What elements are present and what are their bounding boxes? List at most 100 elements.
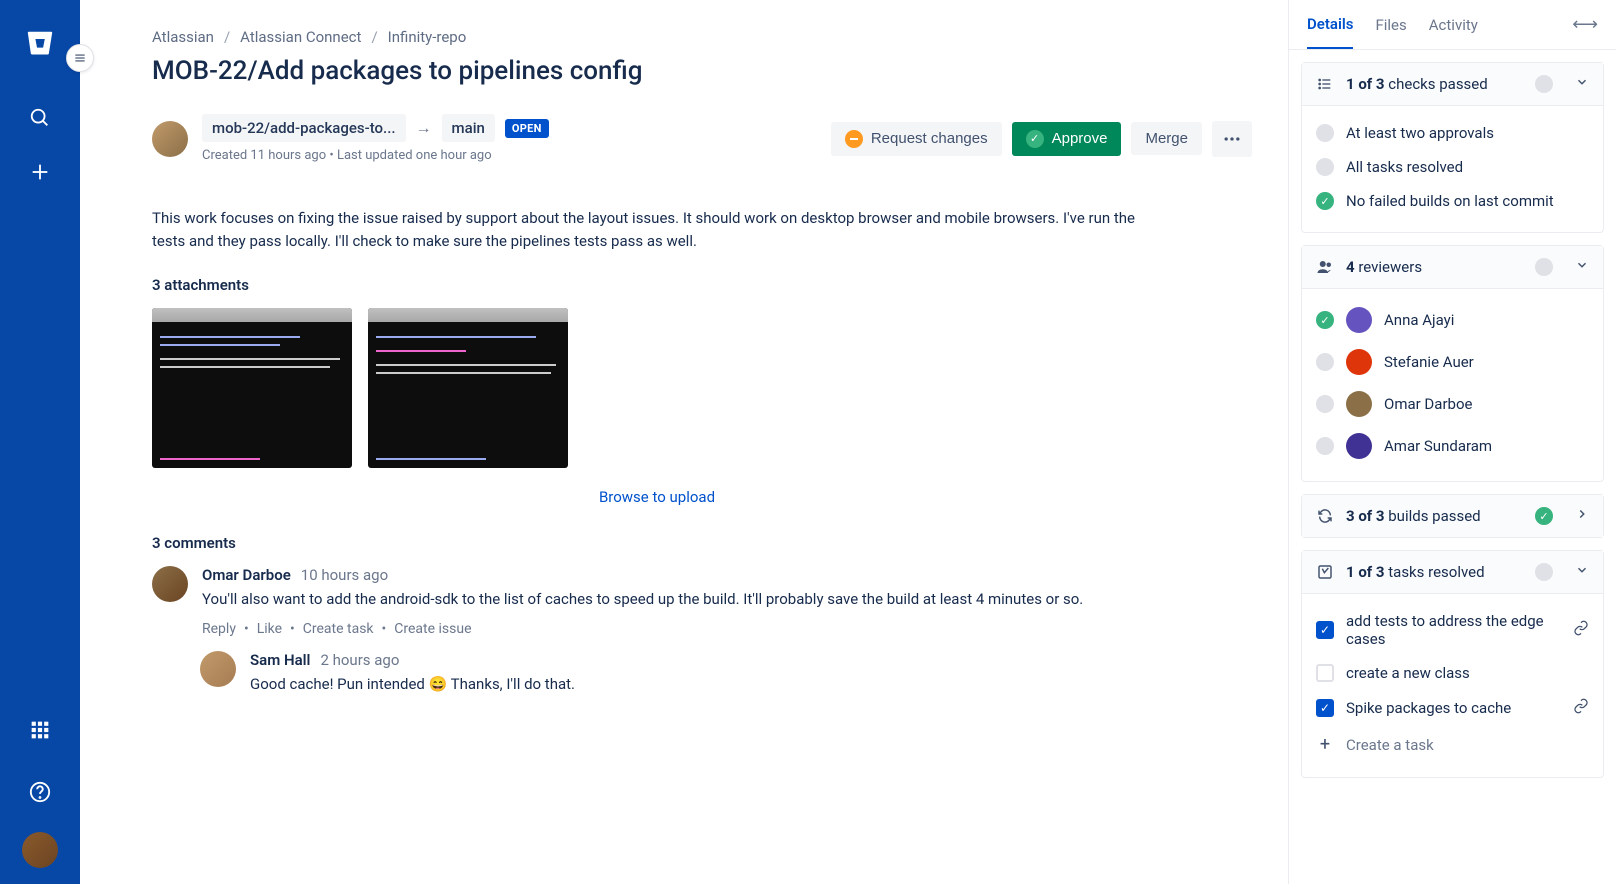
comment-author[interactable]: Sam Hall <box>250 651 310 669</box>
attachments-label: 3 attachments <box>152 276 1252 294</box>
tasks-summary: 1 of 3 tasks resolved <box>1346 563 1485 581</box>
breadcrumb-sep: / <box>224 28 230 46</box>
status-pending-icon <box>1535 563 1553 581</box>
target-branch[interactable]: main <box>442 114 495 142</box>
breadcrumb-repo[interactable]: Infinity-repo <box>388 28 467 46</box>
reviewers-panel-head[interactable]: 4 reviewers <box>1302 246 1603 289</box>
status-dot-icon <box>1316 158 1334 176</box>
global-nav <box>0 0 80 884</box>
reviewer-name[interactable]: Stefanie Auer <box>1384 353 1474 371</box>
reviewer-item: Stefanie Auer <box>1316 341 1589 383</box>
page-title: MOB-22/Add packages to pipelines config <box>152 56 1252 86</box>
pr-description: This work focuses on fixing the issue ra… <box>152 207 1162 252</box>
create-plus-icon[interactable] <box>18 150 62 194</box>
task-item: ✓ Spike packages to cache <box>1316 690 1589 726</box>
app-switcher-icon[interactable] <box>18 708 62 752</box>
status-dot-icon <box>1316 353 1334 371</box>
tasks-panel-head[interactable]: 1 of 3 tasks resolved <box>1302 551 1603 594</box>
comment-author[interactable]: Omar Darboe <box>202 566 291 584</box>
link-icon[interactable] <box>1573 698 1589 718</box>
comment-avatar[interactable] <box>152 566 188 602</box>
reviewer-avatar[interactable] <box>1346 349 1372 375</box>
reviewer-item: Omar Darboe <box>1316 383 1589 425</box>
reviewer-name[interactable]: Anna Ajayi <box>1384 311 1454 329</box>
builds-panel-head[interactable]: 3 of 3 builds passed ✓ <box>1302 495 1603 537</box>
reviewer-name[interactable]: Amar Sundaram <box>1384 437 1492 455</box>
status-pending-icon <box>1535 258 1553 276</box>
approve-label: Approve <box>1052 130 1108 147</box>
more-actions-icon[interactable] <box>1212 121 1252 157</box>
task-item: ✓ add tests to address the edge cases <box>1316 604 1589 656</box>
comment-create-task-link[interactable]: Create task <box>303 621 374 637</box>
upload-link[interactable]: Browse to upload <box>152 488 1162 506</box>
chevron-right-icon[interactable] <box>1575 507 1589 525</box>
reviewer-avatar[interactable] <box>1346 307 1372 333</box>
tab-files[interactable]: Files <box>1375 2 1406 48</box>
refresh-icon <box>1316 507 1334 525</box>
breadcrumb-project[interactable]: Atlassian Connect <box>240 28 361 46</box>
comment-time: 10 hours ago <box>301 566 388 584</box>
comments-list: Omar Darboe 10 hours ago You'll also wan… <box>152 566 1162 707</box>
tasks-panel: 1 of 3 tasks resolved ✓ add tests to add… <box>1301 550 1604 778</box>
chevron-down-icon[interactable] <box>1575 258 1589 276</box>
builds-panel: 3 of 3 builds passed ✓ <box>1301 494 1604 538</box>
help-icon[interactable] <box>18 770 62 814</box>
status-success-icon: ✓ <box>1316 192 1334 210</box>
attachment-thumb[interactable] <box>152 308 352 468</box>
status-dot-icon <box>1316 437 1334 455</box>
comment: Omar Darboe 10 hours ago You'll also wan… <box>152 566 1162 637</box>
create-task-label: Create a task <box>1346 736 1434 754</box>
merge-button[interactable]: Merge <box>1131 122 1202 155</box>
expand-panel-icon[interactable]: ⟷ <box>1572 14 1598 35</box>
pr-status-badge: OPEN <box>505 119 549 138</box>
comment-like-link[interactable]: Like <box>257 621 282 637</box>
comment-actions: Reply• Like• Create task• Create issue <box>202 621 1162 637</box>
source-branch[interactable]: mob-22/add-packages-to... <box>202 114 406 142</box>
search-icon[interactable] <box>18 96 62 140</box>
comment-text: You'll also want to add the android-sdk … <box>202 588 1162 611</box>
user-avatar[interactable] <box>22 832 58 868</box>
comment-create-issue-link[interactable]: Create issue <box>394 621 471 637</box>
checks-panel-head[interactable]: 1 of 3 checks passed <box>1302 63 1603 106</box>
reviewer-avatar[interactable] <box>1346 391 1372 417</box>
reviewer-name[interactable]: Omar Darboe <box>1384 395 1472 413</box>
task-checkbox[interactable] <box>1316 664 1334 682</box>
comments-label: 3 comments <box>152 534 1252 552</box>
comment-text: Good cache! Pun intended 😄 Thanks, I'll … <box>250 673 1162 696</box>
status-dot-icon <box>1316 124 1334 142</box>
checks-summary: 1 of 3 checks passed <box>1346 75 1488 93</box>
breadcrumb-sep: / <box>371 28 377 46</box>
check-item: All tasks resolved <box>1316 150 1589 184</box>
expand-sidebar-icon[interactable] <box>66 44 94 72</box>
task-label: add tests to address the edge cases <box>1346 612 1561 648</box>
reviewer-avatar[interactable] <box>1346 433 1372 459</box>
comment-reply-link[interactable]: Reply <box>202 621 236 637</box>
task-label: create a new class <box>1346 664 1470 682</box>
tab-details[interactable]: Details <box>1307 1 1353 49</box>
approve-button[interactable]: ✓ Approve <box>1012 122 1122 156</box>
chevron-down-icon[interactable] <box>1575 563 1589 581</box>
author-avatar[interactable] <box>152 121 188 157</box>
check-label: At least two approvals <box>1346 124 1494 142</box>
task-label: Spike packages to cache <box>1346 699 1561 717</box>
comment-avatar[interactable] <box>200 651 236 687</box>
reviewers-summary: 4 reviewers <box>1346 258 1422 276</box>
task-checkbox[interactable]: ✓ <box>1316 699 1334 717</box>
pr-meta: Created 11 hours ago • Last updated one … <box>202 148 549 163</box>
builds-summary: 3 of 3 builds passed <box>1346 507 1481 525</box>
task-checkbox[interactable]: ✓ <box>1316 621 1334 639</box>
sidebar-tabs: Details Files Activity ⟷ <box>1289 0 1616 50</box>
tab-activity[interactable]: Activity <box>1429 2 1478 48</box>
bitbucket-logo-icon[interactable] <box>22 26 58 62</box>
link-icon[interactable] <box>1573 620 1589 640</box>
check-label: No failed builds on last commit <box>1346 192 1554 210</box>
request-changes-button[interactable]: Request changes <box>831 122 1002 156</box>
chevron-down-icon[interactable] <box>1575 75 1589 93</box>
pr-header: mob-22/add-packages-to... → main OPEN Cr… <box>152 114 1252 163</box>
checks-panel: 1 of 3 checks passed At least two approv… <box>1301 62 1604 233</box>
minus-circle-icon <box>845 130 863 148</box>
breadcrumb-org[interactable]: Atlassian <box>152 28 214 46</box>
list-icon <box>1316 75 1334 93</box>
create-task[interactable]: + Create a task <box>1316 726 1589 763</box>
attachment-thumb[interactable] <box>368 308 568 468</box>
